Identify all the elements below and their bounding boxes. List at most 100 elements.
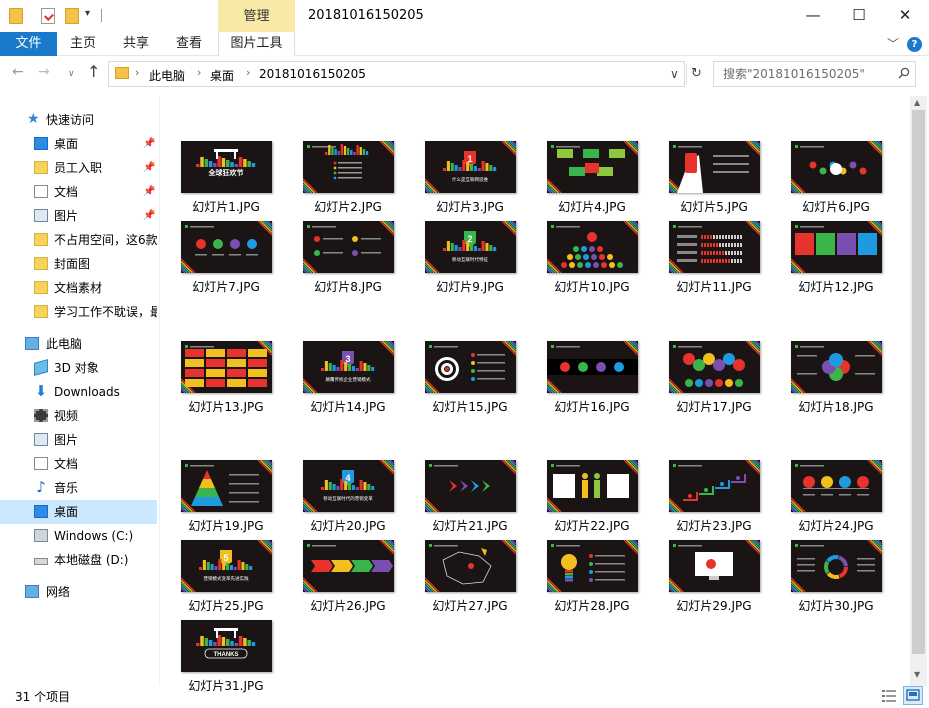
file-item[interactable]: 幻灯片24.JPG xyxy=(772,460,882,534)
nav-this-pc[interactable]: 此电脑 xyxy=(0,332,157,356)
image-thumbnail[interactable]: 4 移动互联时代的营销变革 xyxy=(303,460,394,512)
nav-quick-item[interactable]: 文档素材 xyxy=(0,276,157,300)
image-thumbnail[interactable]: 2 移动互联时代特征 xyxy=(425,221,516,273)
file-item[interactable]: 幻灯片10.JPG xyxy=(528,221,638,295)
image-thumbnail[interactable] xyxy=(791,540,882,592)
image-thumbnail[interactable] xyxy=(669,460,760,512)
file-name[interactable]: 幻灯片6.JPG xyxy=(772,198,900,215)
pin-icon[interactable]: 📌 xyxy=(143,204,155,228)
file-item[interactable]: 幻灯片16.JPG xyxy=(528,341,638,415)
file-item[interactable]: 3 颠覆传统企业营销模式 幻灯片14.JPG xyxy=(284,341,394,415)
details-view-icon[interactable] xyxy=(881,688,897,704)
file-name[interactable]: 幻灯片24.JPG xyxy=(772,517,900,534)
file-item[interactable]: 1 什么是互联网思维 幻灯片3.JPG xyxy=(406,141,516,215)
file-name[interactable]: 幻灯片29.JPG xyxy=(650,597,778,614)
file-item[interactable]: 幻灯片7.JPG xyxy=(162,221,272,295)
breadcrumb-separator-icon[interactable]: › xyxy=(135,66,139,79)
file-name[interactable]: 幻灯片8.JPG xyxy=(284,278,412,295)
file-item[interactable]: 全球狂欢节 幻灯片1.JPG xyxy=(162,141,272,215)
file-item[interactable]: 幻灯片26.JPG xyxy=(284,540,394,614)
image-thumbnail[interactable] xyxy=(547,141,638,193)
file-item[interactable]: 幻灯片5.JPG xyxy=(650,141,760,215)
image-thumbnail[interactable] xyxy=(181,221,272,273)
file-item[interactable]: 幻灯片13.JPG xyxy=(162,341,272,415)
file-name[interactable]: 幻灯片17.JPG xyxy=(650,398,778,415)
image-thumbnail[interactable]: 全球狂欢节 xyxy=(181,141,272,193)
address-bar[interactable]: › 此电脑 › 桌面 › 20181016150205 ∨ ↻ xyxy=(108,61,702,87)
file-item[interactable]: 4 移动互联时代的营销变革 幻灯片20.JPG xyxy=(284,460,394,534)
breadcrumb-this-pc[interactable]: 此电脑 xyxy=(149,67,185,84)
nav-pc-item[interactable]: 图片 xyxy=(0,428,157,452)
file-item[interactable]: 幻灯片22.JPG xyxy=(528,460,638,534)
file-name[interactable]: 幻灯片12.JPG xyxy=(772,278,900,295)
file-name[interactable]: 幻灯片4.JPG xyxy=(528,198,656,215)
nav-pc-item[interactable]: 文档 xyxy=(0,452,157,476)
file-name[interactable]: 幻灯片9.JPG xyxy=(406,278,534,295)
file-item[interactable]: 幻灯片21.JPG xyxy=(406,460,516,534)
file-item[interactable]: 幻灯片2.JPG xyxy=(284,141,394,215)
image-thumbnail[interactable] xyxy=(791,460,882,512)
image-thumbnail[interactable] xyxy=(181,460,272,512)
vertical-scrollbar[interactable]: ▲ ▼ xyxy=(910,96,927,686)
pin-icon[interactable]: 📌 xyxy=(143,156,155,180)
image-thumbnail[interactable] xyxy=(425,341,516,393)
image-thumbnail[interactable]: 1 什么是互联网思维 xyxy=(425,141,516,193)
pin-icon[interactable]: 📌 xyxy=(143,180,155,204)
file-name[interactable]: 幻灯片28.JPG xyxy=(528,597,656,614)
scrollbar-thumb[interactable] xyxy=(912,110,925,654)
file-name[interactable]: 幻灯片10.JPG xyxy=(528,278,656,295)
nav-network[interactable]: 网络 xyxy=(0,580,157,604)
nav-pc-item[interactable]: 本地磁盘 (D:) xyxy=(0,548,157,572)
image-thumbnail[interactable] xyxy=(547,341,638,393)
file-item[interactable]: 幻灯片19.JPG xyxy=(162,460,272,534)
image-thumbnail[interactable] xyxy=(547,460,638,512)
image-thumbnail[interactable] xyxy=(425,460,516,512)
image-thumbnail[interactable] xyxy=(669,540,760,592)
properties-icon[interactable] xyxy=(41,8,55,24)
back-button[interactable]: ← xyxy=(12,64,24,80)
nav-quick-access[interactable]: ★ 快速访问 xyxy=(0,108,157,132)
file-item[interactable]: 幻灯片8.JPG xyxy=(284,221,394,295)
nav-pc-item[interactable]: ⬇ Downloads xyxy=(0,380,157,404)
pin-icon[interactable]: 📌 xyxy=(143,132,155,156)
file-name[interactable]: 幻灯片22.JPG xyxy=(528,517,656,534)
file-item[interactable]: 幻灯片15.JPG xyxy=(406,341,516,415)
image-thumbnail[interactable] xyxy=(669,341,760,393)
file-item[interactable]: 幻灯片4.JPG xyxy=(528,141,638,215)
file-item[interactable]: 幻灯片18.JPG xyxy=(772,341,882,415)
nav-pc-item[interactable]: ♪ 音乐 xyxy=(0,476,157,500)
file-name[interactable]: 幻灯片1.JPG xyxy=(162,198,290,215)
large-icons-view-icon[interactable] xyxy=(903,686,923,705)
breadcrumb-separator-icon[interactable]: › xyxy=(246,66,250,79)
nav-pc-item[interactable]: 桌面 xyxy=(0,500,157,524)
nav-pc-item[interactable]: 视频 xyxy=(0,404,157,428)
nav-quick-item[interactable]: 图片 📌 xyxy=(0,204,157,228)
expand-ribbon-chevron-icon[interactable]: ﹀ xyxy=(887,35,899,52)
scroll-down-arrow-icon[interactable]: ▼ xyxy=(914,670,920,679)
breadcrumb-desktop[interactable]: 桌面 xyxy=(210,67,234,84)
file-item[interactable]: 幻灯片17.JPG xyxy=(650,341,760,415)
breadcrumb-separator-icon[interactable]: › xyxy=(197,66,201,79)
image-thumbnail[interactable] xyxy=(791,141,882,193)
recent-locations-button[interactable]: ∨ xyxy=(68,69,75,79)
file-item[interactable]: 5 营销模式变革先进实践 幻灯片25.JPG xyxy=(162,540,272,614)
up-button[interactable]: ↑ xyxy=(87,62,100,81)
image-thumbnail[interactable]: THANKS xyxy=(181,620,272,672)
file-name[interactable]: 幻灯片15.JPG xyxy=(406,398,534,415)
nav-quick-item[interactable]: 员工入职 📌 xyxy=(0,156,157,180)
image-thumbnail[interactable] xyxy=(181,341,272,393)
image-thumbnail[interactable] xyxy=(547,540,638,592)
tab-picture-tools[interactable]: 图片工具 xyxy=(218,32,295,56)
file-item[interactable]: 幻灯片23.JPG xyxy=(650,460,760,534)
image-thumbnail[interactable] xyxy=(547,221,638,273)
file-item[interactable]: 幻灯片6.JPG xyxy=(772,141,882,215)
image-thumbnail[interactable]: 3 颠覆传统企业营销模式 xyxy=(303,341,394,393)
scroll-up-arrow-icon[interactable]: ▲ xyxy=(914,98,920,107)
file-name[interactable]: 幻灯片23.JPG xyxy=(650,517,778,534)
file-name[interactable]: 幻灯片26.JPG xyxy=(284,597,412,614)
maximize-button[interactable]: ☐ xyxy=(836,0,882,32)
help-icon[interactable]: ? xyxy=(907,37,922,52)
nav-quick-item[interactable]: 学习工作不耽误，最 xyxy=(0,300,157,324)
breadcrumb-current-folder[interactable]: 20181016150205 xyxy=(259,67,366,81)
nav-quick-item[interactable]: 文档 📌 xyxy=(0,180,157,204)
